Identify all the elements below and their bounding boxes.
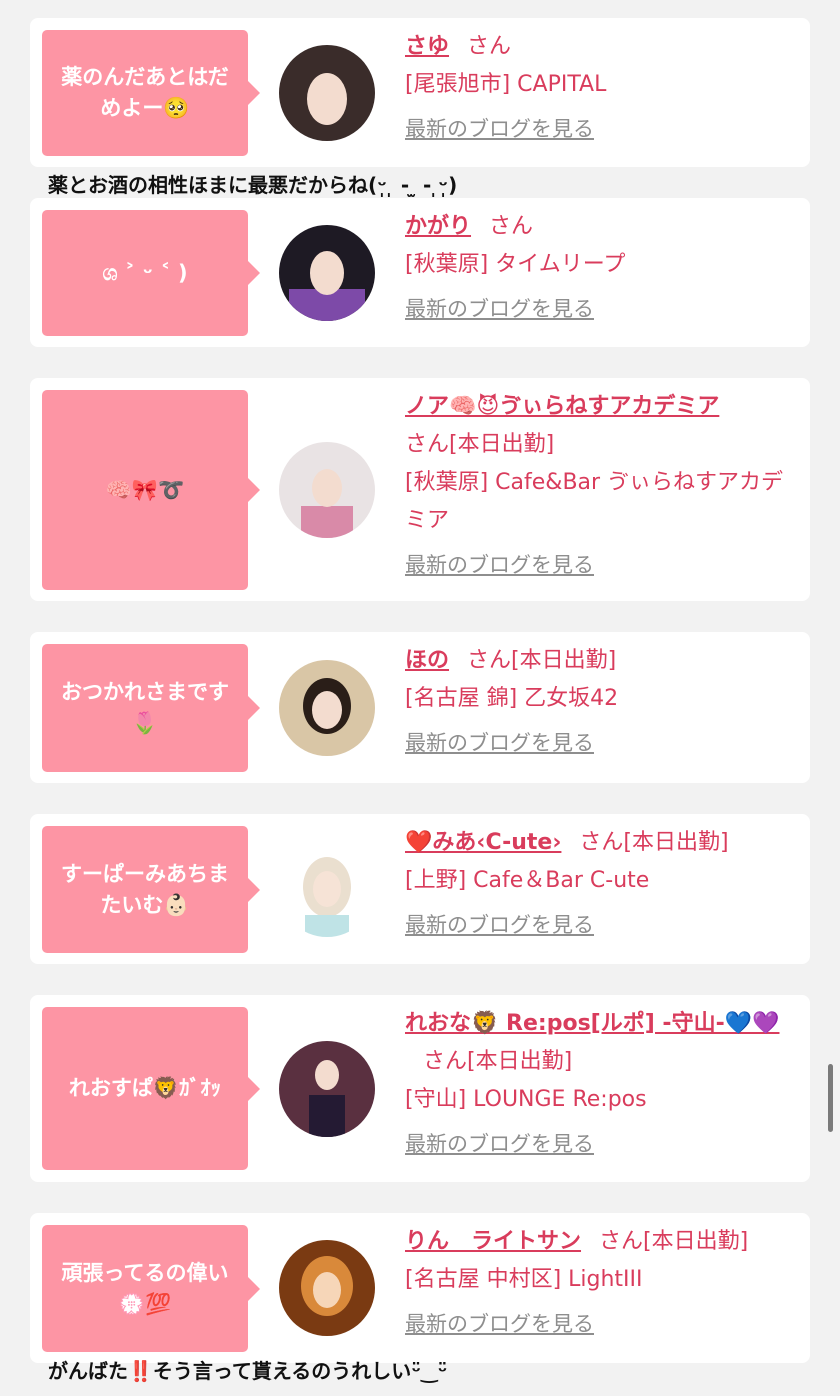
avatar-image [279, 225, 375, 321]
avatar-image [279, 45, 375, 141]
cast-name-link[interactable]: れおな🦁 Re:pos[ルポ] -守山-💙💜 [405, 1011, 779, 1036]
cast-info: さゆ さん [尾張旭市] CAPITAL 最新のブログを見る [405, 28, 795, 144]
list-item: 薬のんだあとはだめよー🥺 さゆ さん [尾張旭市] CAPITAL 最新のブログを… [30, 18, 810, 167]
cast-name-link[interactable]: ほの [405, 648, 449, 673]
list-item: すーぱーみあちまたいむ👶🏻 ❤️みあ‹C-ute› さん[本日出勤] [上野] C… [30, 814, 810, 964]
comment-bubble: 🧠🎀➰ [42, 390, 260, 590]
name-suffix: さん[本日出勤] [579, 830, 729, 855]
latest-blog-link[interactable]: 最新のブログを見る [405, 910, 795, 940]
avatar-image [279, 1041, 375, 1137]
avatar[interactable] [279, 1041, 375, 1137]
avatar-image [279, 1240, 375, 1336]
shop-label: [上野] Cafe＆Bar C-ute [405, 868, 650, 893]
latest-blog-link[interactable]: 最新のブログを見る [405, 114, 795, 144]
cast-info: りん ライトサン さん[本日出勤] [名古屋 中村区] LightIII 最新のブ… [405, 1223, 795, 1339]
cast-info: れおな🦁 Re:pos[ルポ] -守山-💙💜 さん[本日出勤] [守山] LOUN… [405, 1005, 795, 1159]
avatar[interactable] [279, 1240, 375, 1336]
blog-comment-feed: 薬のんだあとはだめよー🥺 さゆ さん [尾張旭市] CAPITAL 最新のブログを… [0, 0, 840, 1396]
comment-bubble: ශ ˃ ᵕ ˂ ) [42, 210, 260, 336]
list-item: 🧠🎀➰ ノア🧠😈ゔぃらねすアカデミア さん[本日出勤] [秋葉原] Cafe&B… [30, 378, 810, 601]
avatar-image [279, 660, 375, 756]
name-suffix: さん [467, 34, 512, 59]
list-item: ශ ˃ ᵕ ˂ ) かがり さん [秋葉原] タイムリープ 最新のブログを見る [30, 198, 810, 347]
comment-bubble: 薬のんだあとはだめよー🥺 [42, 30, 260, 156]
name-suffix: さん[本日出勤] [423, 1049, 573, 1074]
cast-name-link[interactable]: ノア🧠😈ゔぃらねすアカデミア [405, 394, 719, 419]
name-suffix: さん[本日出勤] [405, 432, 555, 457]
cast-info: ❤️みあ‹C-ute› さん[本日出勤] [上野] Cafe＆Bar C-ute … [405, 824, 795, 940]
list-item: おつかれさまです🌷 ほの さん[本日出勤] [名古屋 錦] 乙女坂42 最新のブロ… [30, 632, 810, 783]
shop-label: [名古屋 錦] 乙女坂42 [405, 686, 619, 711]
latest-blog-link[interactable]: 最新のブログを見る [405, 550, 795, 580]
latest-blog-link[interactable]: 最新のブログを見る [405, 1309, 795, 1339]
cast-name-link[interactable]: かがり [405, 214, 471, 239]
cast-info: ほの さん[本日出勤] [名古屋 錦] 乙女坂42 最新のブログを見る [405, 642, 795, 758]
avatar[interactable] [279, 660, 375, 756]
list-item: 頑張ってるの偉い💮💯 りん ライトサン さん[本日出勤] [名古屋 中村区] Li… [30, 1213, 810, 1363]
name-suffix: さん[本日出勤] [599, 1229, 749, 1254]
avatar[interactable] [279, 45, 375, 141]
cast-name-link[interactable]: ❤️みあ‹C-ute› [405, 830, 561, 855]
latest-blog-link[interactable]: 最新のブログを見る [405, 294, 795, 324]
shop-label: [守山] LOUNGE Re:pos [405, 1087, 647, 1112]
avatar-image [279, 841, 375, 937]
shop-label: [尾張旭市] CAPITAL [405, 72, 607, 97]
avatar-image [279, 442, 375, 538]
shop-label: [秋葉原] Cafe&Bar ゔぃらねすアカデミア [405, 470, 784, 533]
shop-label: [名古屋 中村区] LightIII [405, 1267, 643, 1292]
scrollbar[interactable] [828, 1064, 833, 1132]
cast-info: かがり さん [秋葉原] タイムリープ 最新のブログを見る [405, 208, 795, 324]
latest-blog-link[interactable]: 最新のブログを見る [405, 1129, 795, 1159]
comment-bubble: 頑張ってるの偉い💮💯 [42, 1225, 260, 1352]
latest-blog-link[interactable]: 最新のブログを見る [405, 728, 795, 758]
reply-comment: がんばた‼️そう言って貰えるのうれしいᵕ̈‿ᵕ̈ [48, 1359, 448, 1383]
cast-info: ノア🧠😈ゔぃらねすアカデミア さん[本日出勤] [秋葉原] Cafe&Bar ゔ… [405, 388, 795, 580]
comment-bubble: おつかれさまです🌷 [42, 644, 260, 772]
name-suffix: さん[本日出勤] [467, 648, 617, 673]
reply-comment: 薬とお酒の相性ほまに最悪だからね(ᵕ̩̩ ̩ ‑ ̫ ‑ ̩ᵕ̩̩) [48, 173, 458, 197]
cast-name-link[interactable]: りん ライトサン [405, 1229, 581, 1254]
avatar[interactable] [279, 225, 375, 321]
avatar[interactable] [279, 841, 375, 937]
comment-bubble: すーぱーみあちまたいむ👶🏻 [42, 826, 260, 953]
avatar[interactable] [279, 442, 375, 538]
comment-bubble: れおすぱ🦁ｶﾞｵｯ [42, 1007, 260, 1170]
list-item: れおすぱ🦁ｶﾞｵｯ れおな🦁 Re:pos[ルポ] -守山-💙💜 さん[本日出勤]… [30, 995, 810, 1182]
shop-label: [秋葉原] タイムリープ [405, 252, 626, 277]
cast-name-link[interactable]: さゆ [405, 34, 449, 59]
name-suffix: さん [489, 214, 534, 239]
